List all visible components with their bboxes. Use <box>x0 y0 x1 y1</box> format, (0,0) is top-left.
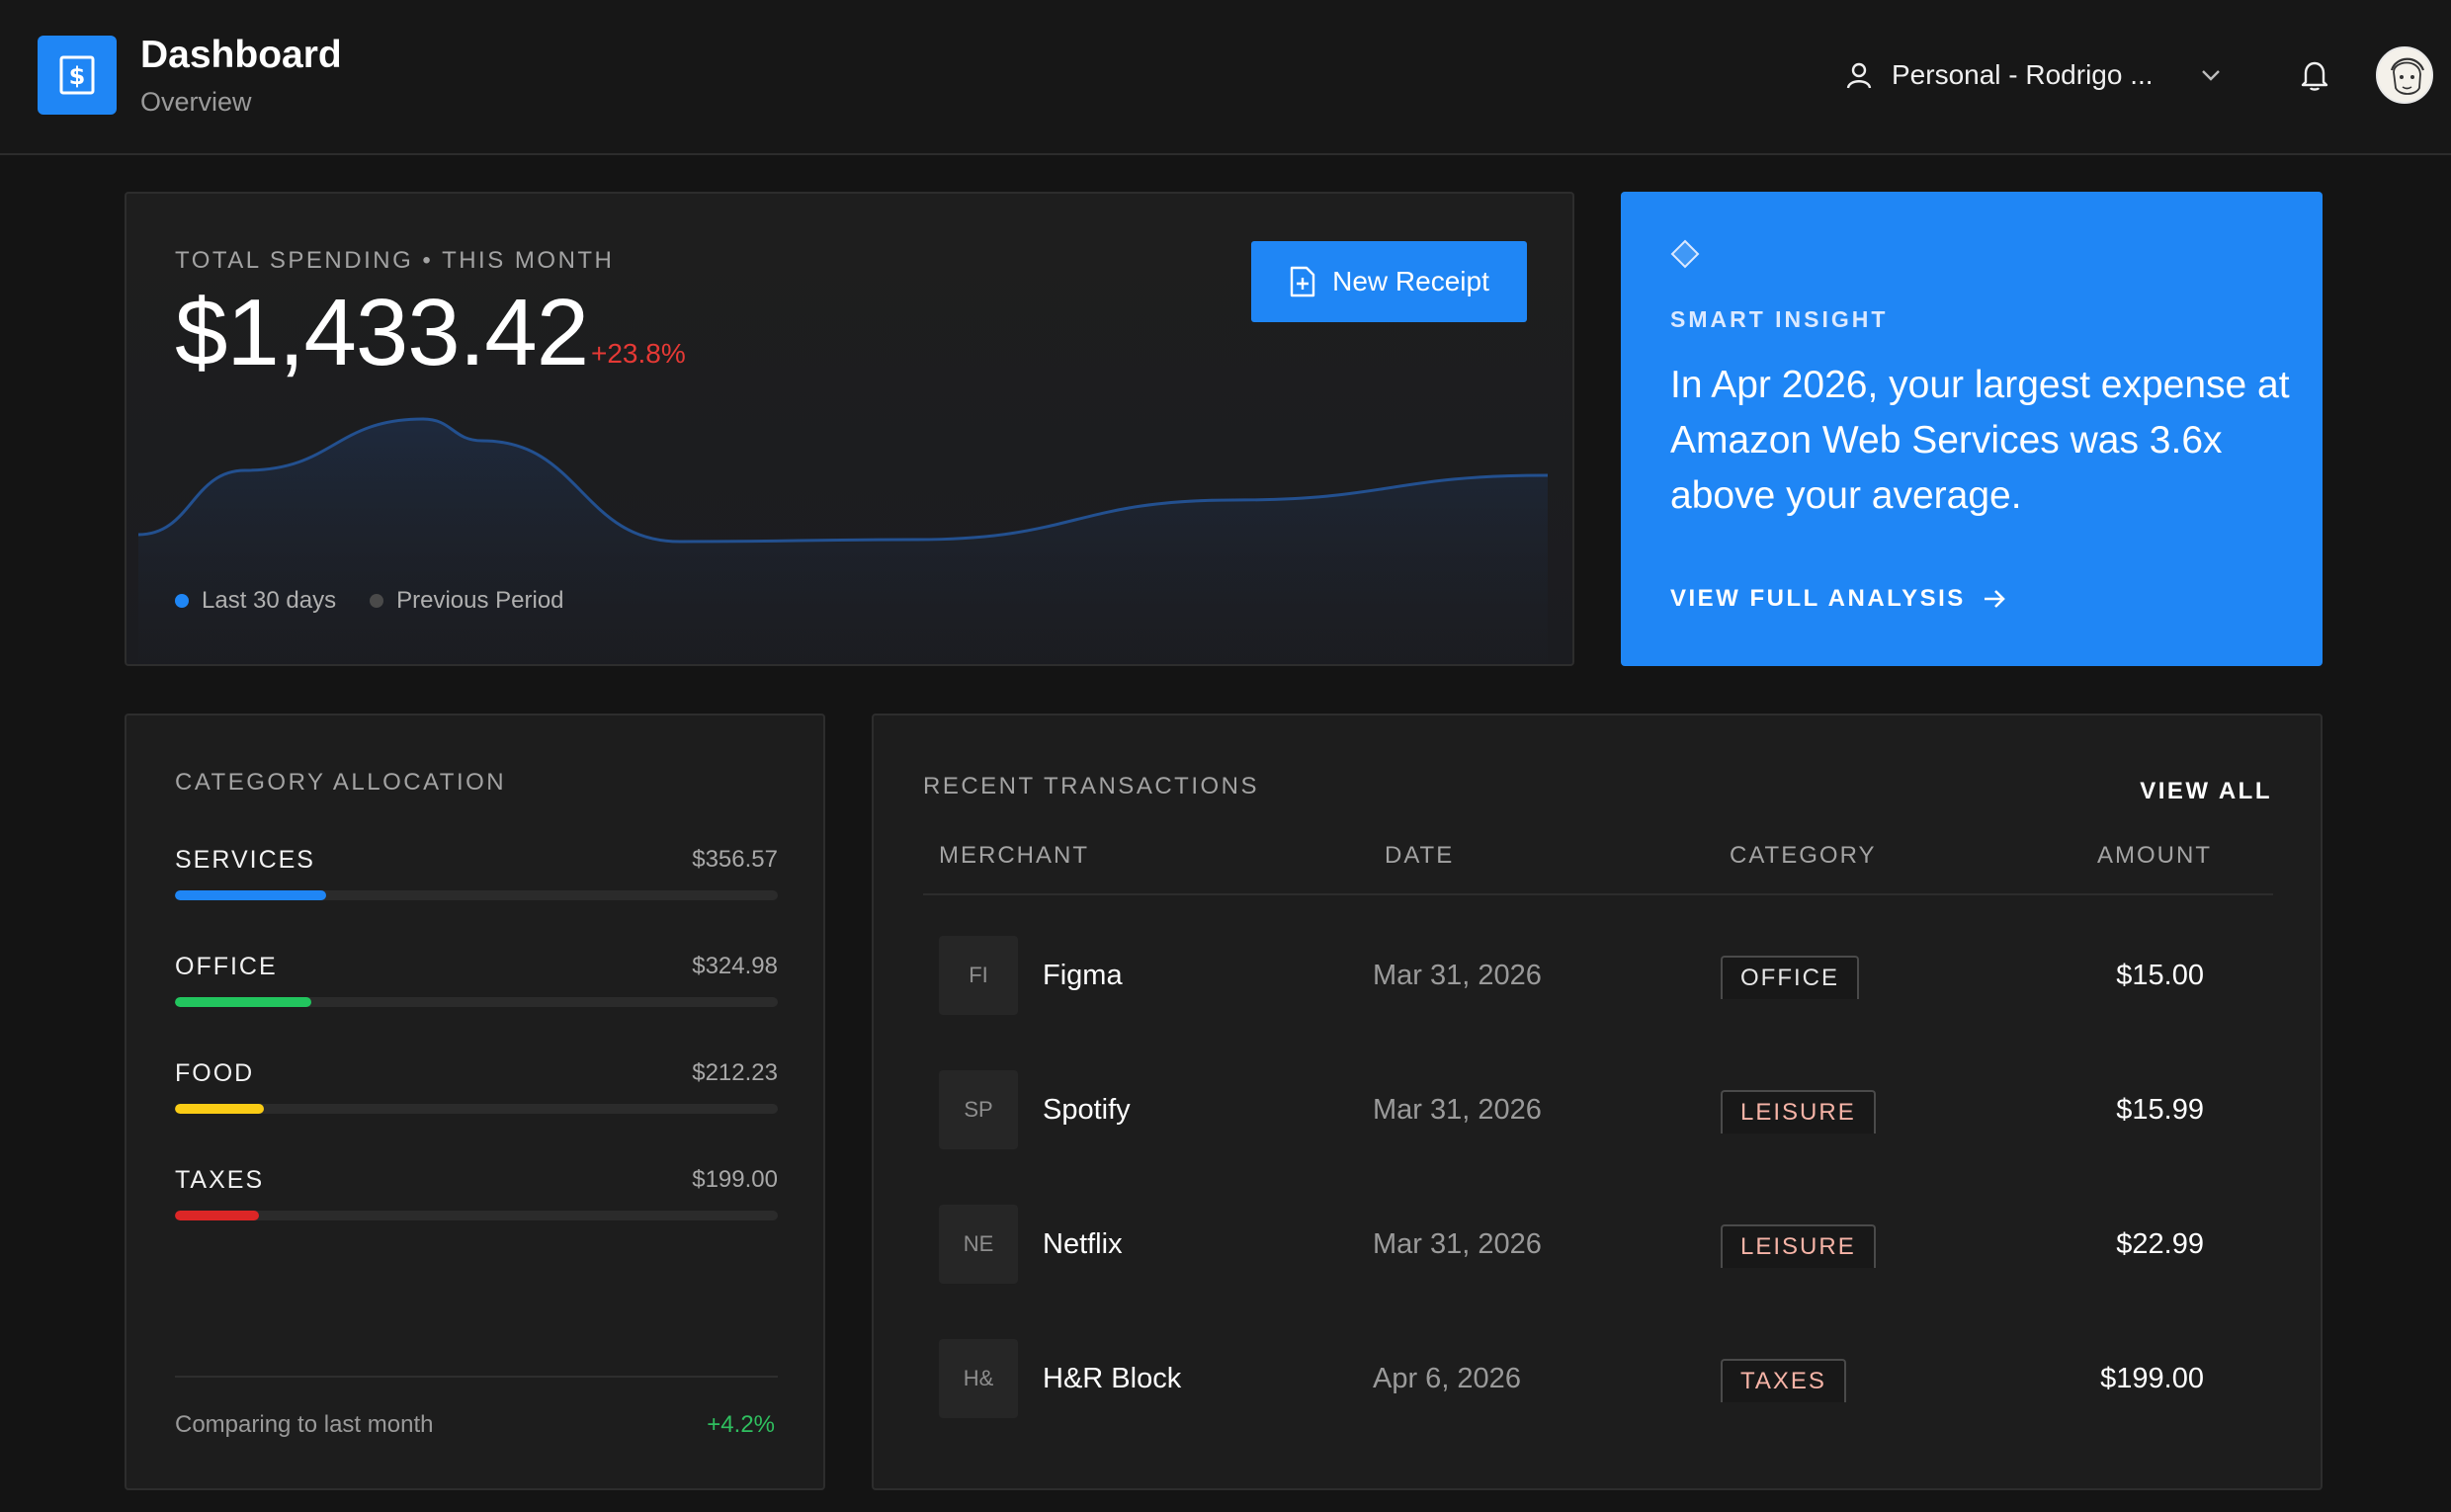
category-bar-track <box>175 997 778 1007</box>
avatar[interactable] <box>2376 46 2433 104</box>
category-name: FOOD <box>175 1059 255 1087</box>
divider <box>175 1376 778 1378</box>
category-name: OFFICE <box>175 953 278 980</box>
column-header-amount[interactable]: AMOUNT <box>2097 842 2212 870</box>
merchant-name: Spotify <box>1043 1094 1131 1126</box>
view-full-analysis-link[interactable]: VIEW FULL ANALYSIS <box>1670 585 2007 613</box>
transaction-amount: $199.00 <box>2100 1363 2204 1394</box>
chart-legend: Last 30 days Previous Period <box>175 587 598 615</box>
smart-insight-card: SMART INSIGHT In Apr 2026, your largest … <box>1621 192 2323 666</box>
category-bar-track <box>175 890 778 900</box>
account-switcher[interactable]: Personal - Rodrigo ... <box>1844 51 2223 99</box>
transaction-date: Apr 6, 2026 <box>1373 1363 1521 1394</box>
page-subtitle: Overview <box>140 87 252 117</box>
merchant-initials: FI <box>939 936 1018 1015</box>
transaction-amount: $15.00 <box>2116 960 2204 991</box>
total-spending-card: TOTAL SPENDING • THIS MONTH $1,433.42 +2… <box>125 192 1574 666</box>
table-row[interactable]: NE Netflix Mar 31, 2026 LEISURE $22.99 <box>923 1205 2273 1286</box>
category-badge: OFFICE <box>1721 956 1859 999</box>
table-row[interactable]: FI Figma Mar 31, 2026 OFFICE $15.00 <box>923 936 2273 1017</box>
compare-value: +4.2% <box>707 1411 775 1438</box>
category-name: SERVICES <box>175 846 315 874</box>
compare-label: Comparing to last month <box>175 1411 434 1438</box>
column-header-date[interactable]: DATE <box>1385 842 1454 870</box>
table-row[interactable]: H& H&R Block Apr 6, 2026 TAXES $199.00 <box>923 1339 2273 1420</box>
category-bar-fill <box>175 1104 265 1114</box>
merchant-initials: NE <box>939 1205 1018 1284</box>
category-name: TAXES <box>175 1166 265 1194</box>
bell-icon[interactable] <box>2297 57 2332 93</box>
merchant-initials: SP <box>939 1070 1018 1149</box>
recent-transactions-card: RECENT TRANSACTIONS VIEW ALL MERCHANT DA… <box>872 714 2323 1490</box>
diamond-icon <box>1670 239 1700 269</box>
category-bar-track <box>175 1211 778 1220</box>
merchant-name: Figma <box>1043 960 1123 991</box>
category-badge: LEISURE <box>1721 1090 1876 1134</box>
view-analysis-label: VIEW FULL ANALYSIS <box>1670 585 1966 612</box>
category-badge: TAXES <box>1721 1359 1846 1402</box>
table-row[interactable]: SP Spotify Mar 31, 2026 LEISURE $15.99 <box>923 1070 2273 1151</box>
column-header-merchant[interactable]: MERCHANT <box>939 842 1089 870</box>
category-value: $212.23 <box>692 1059 778 1086</box>
category-value: $356.57 <box>692 846 778 873</box>
legend-dot <box>370 594 384 608</box>
category-value: $199.00 <box>692 1166 778 1193</box>
app-header: $ Dashboard Overview Personal - Rodrigo … <box>0 0 2451 155</box>
svg-text:$: $ <box>69 62 86 90</box>
receipt-dollar-icon[interactable]: $ <box>38 36 117 115</box>
transaction-amount: $15.99 <box>2116 1094 2204 1126</box>
transaction-date: Mar 31, 2026 <box>1373 1228 1542 1260</box>
transaction-amount: $22.99 <box>2116 1228 2204 1260</box>
transaction-date: Mar 31, 2026 <box>1373 960 1542 991</box>
chevron-down-icon <box>2201 70 2220 81</box>
merchant-name: H&R Block <box>1043 1363 1182 1394</box>
insight-kicker: SMART INSIGHT <box>1670 306 1889 332</box>
table-header-divider <box>923 893 2273 895</box>
arrow-right-icon <box>1984 590 2005 608</box>
page-title: Dashboard <box>140 34 342 76</box>
legend-item-last-30-days: Last 30 days <box>175 587 336 615</box>
category-badge: LEISURE <box>1721 1224 1876 1268</box>
column-header-category[interactable]: CATEGORY <box>1730 842 1876 870</box>
view-all-link[interactable]: VIEW ALL <box>2140 778 2272 805</box>
category-bar-fill <box>175 1211 259 1220</box>
insight-message: In Apr 2026, your largest expense at Ama… <box>1670 364 2290 517</box>
category-eyebrow: CATEGORY ALLOCATION <box>175 769 507 796</box>
merchant-name: Netflix <box>1043 1228 1123 1260</box>
category-bar-fill <box>175 890 326 900</box>
category-bar-track <box>175 1104 778 1114</box>
chart-area-fill <box>138 419 1548 664</box>
transaction-date: Mar 31, 2026 <box>1373 1094 1542 1126</box>
legend-label: Last 30 days <box>202 587 337 614</box>
category-allocation-card: CATEGORY ALLOCATION SERVICES $356.57 OFF… <box>125 714 825 1490</box>
legend-label: Previous Period <box>396 587 564 614</box>
account-label: Personal - Rodrigo ... <box>1892 59 2154 90</box>
user-icon <box>1846 62 1872 89</box>
merchant-initials: H& <box>939 1339 1018 1418</box>
legend-item-previous-period: Previous Period <box>370 587 564 615</box>
legend-dot <box>175 594 189 608</box>
category-bar-fill <box>175 997 312 1007</box>
transactions-eyebrow: RECENT TRANSACTIONS <box>923 773 1259 799</box>
category-value: $324.98 <box>692 953 778 979</box>
